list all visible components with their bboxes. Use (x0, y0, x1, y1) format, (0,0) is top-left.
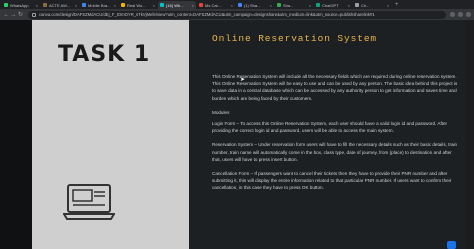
tab-title: ChatGPT (322, 2, 339, 8)
browser-tab[interactable]: (1) Sha... × (236, 1, 274, 9)
laptop-icon (63, 184, 115, 220)
tab-favicon-icon (160, 3, 164, 7)
scroll-indicator[interactable] (447, 241, 456, 249)
tab-close-icon[interactable]: × (387, 3, 389, 8)
slide-title-panel: TASK 1 (32, 20, 189, 249)
tab-close-icon[interactable]: × (231, 3, 233, 8)
login-form-paragraph: Login Form – To access this Online Reser… (212, 121, 448, 134)
tab-title: Mobile Bra... (88, 2, 111, 8)
tab-title: WhatsApp (10, 2, 29, 8)
browser-tab[interactable]: Ch... × (353, 1, 391, 9)
mouse-cursor-icon: ➤ (240, 77, 246, 83)
tab-close-icon[interactable]: × (153, 3, 155, 8)
browser-tab[interactable]: ACTE AW... × (41, 1, 79, 9)
forward-icon[interactable]: → (10, 12, 17, 18)
browser-tab[interactable]: WhatsApp × (2, 1, 40, 9)
browser-tab[interactable]: ChatGPT × (314, 1, 352, 9)
tab-favicon-icon (355, 3, 359, 7)
right-scrollbar[interactable] (465, 20, 474, 249)
tab-close-icon[interactable]: × (114, 3, 116, 8)
extension-icon[interactable] (450, 12, 455, 17)
task-title: TASK 1 (58, 42, 151, 67)
tab-close-icon[interactable]: × (348, 3, 350, 8)
tab-title: Real Wo... (127, 2, 146, 8)
tab-close-icon[interactable]: × (36, 3, 38, 8)
description-body: This Online Reservation System will incl… (212, 73, 458, 192)
tab-favicon-icon (316, 3, 320, 7)
address-bar[interactable]: canva.com/design/DAFSZMdACU/dEj_F_tOmOYR… (28, 10, 446, 19)
reload-icon[interactable]: ↻ (17, 11, 24, 18)
browser-tab[interactable]: Sha... × (275, 1, 313, 9)
cancellation-form-paragraph: Cancellation Form – If passengers want t… (212, 171, 452, 191)
slide-left-margin (0, 20, 32, 249)
browser-tab[interactable]: Mobile Bra... × (80, 1, 118, 9)
tab-favicon-icon (238, 3, 242, 7)
intro-paragraph: This Online Reservation System will incl… (212, 74, 458, 101)
modules-heading: Modules (212, 109, 230, 115)
slide-content-panel: Online Reservation System ➤ This Online … (189, 20, 474, 249)
browser-tab[interactable]: (16) Wh... × (158, 1, 196, 9)
tab-close-icon[interactable]: × (75, 3, 77, 8)
presentation-slide: TASK 1 Online Reservation System ➤ This … (0, 20, 474, 249)
tab-title: (1) Sha... (244, 2, 261, 8)
tab-title: (16) Wh... (166, 2, 184, 8)
tab-favicon-icon (121, 3, 125, 7)
lock-icon (32, 12, 36, 17)
tab-favicon-icon (199, 3, 203, 7)
tab-title: ACTE AW... (49, 2, 70, 8)
reservation-system-paragraph: Reservation System – Under reservation f… (212, 142, 458, 162)
browser-tab-strip: WhatsApp × ACTE AW... × Mobile Bra... × Rea… (0, 0, 474, 9)
menu-icon[interactable] (466, 12, 471, 17)
tab-close-icon[interactable]: × (309, 3, 311, 8)
tab-favicon-icon (82, 3, 86, 7)
tab-favicon-icon (4, 3, 8, 7)
address-url[interactable]: canva.com/design/DAFSZMdACU/dEj_F_tOmOYR… (39, 12, 375, 17)
browser-tab[interactable]: Ms Cat... × (197, 1, 235, 9)
toolbar-actions (450, 12, 471, 17)
tab-close-icon[interactable]: × (192, 3, 194, 8)
tab-title: Sha... (283, 2, 294, 8)
tab-close-icon[interactable]: × (270, 3, 272, 8)
browser-toolbar: ← → ↻ canva.com/design/DAFSZMdACU/dEj_F_… (0, 9, 474, 20)
tab-favicon-icon (43, 3, 47, 7)
new-tab-button[interactable]: + (392, 1, 402, 9)
back-icon[interactable]: ← (3, 12, 10, 18)
tab-title: Ch... (361, 2, 370, 8)
content-title: Online Reservation System (212, 33, 378, 44)
profile-icon[interactable] (458, 12, 463, 17)
tab-favicon-icon (277, 3, 281, 7)
tab-title: Ms Cat... (205, 2, 222, 8)
browser-tab[interactable]: Real Wo... × (119, 1, 157, 9)
